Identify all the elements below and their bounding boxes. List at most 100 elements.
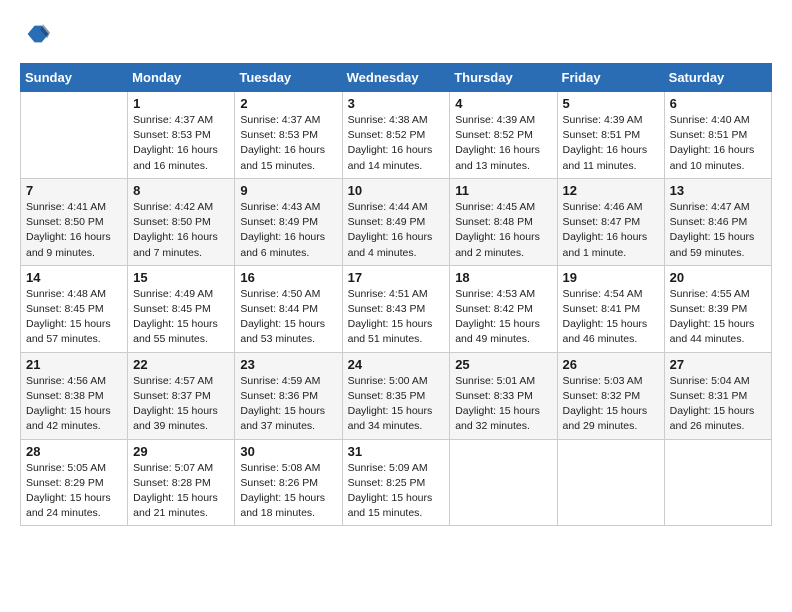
day-number: 21 [26, 357, 122, 372]
day-number: 10 [348, 183, 445, 198]
day-number: 27 [670, 357, 766, 372]
day-number: 13 [670, 183, 766, 198]
day-number: 30 [240, 444, 336, 459]
day-info: Sunrise: 4:54 AM Sunset: 8:41 PM Dayligh… [563, 287, 659, 348]
week-row-4: 21Sunrise: 4:56 AM Sunset: 8:38 PM Dayli… [21, 352, 772, 439]
day-cell: 15 Sunrise: 4:49 AM Sunset: 8:45 PM Dayli… [128, 265, 235, 352]
day-cell: 29 Sunrise: 5:07 AM Sunset: 8:28 PM Dayli… [128, 439, 235, 526]
day-info: Sunrise: 4:47 AM Sunset: 8:46 PM Dayligh… [670, 200, 766, 261]
day-cell: 3Sunrise: 4:38 AM Sunset: 8:52 PM Daylig… [342, 92, 450, 179]
day-info: Sunrise: 4:40 AM Sunset: 8:51 PM Dayligh… [670, 113, 766, 174]
day-cell: 5Sunrise: 4:39 AM Sunset: 8:51 PM Daylig… [557, 92, 664, 179]
day-number: 29 [133, 444, 229, 459]
day-info: Sunrise: 4:42 AM Sunset: 8:50 PM Dayligh… [133, 200, 229, 261]
col-header-tuesday: Tuesday [235, 64, 342, 92]
day-number: 25 [455, 357, 551, 372]
day-cell [664, 439, 771, 526]
day-info: Sunrise: 4:41 AM Sunset: 8:50 PM Dayligh… [26, 200, 122, 261]
day-info: Sunrise: 4:49 AM Sunset: 8:45 PM Dayligh… [133, 287, 229, 348]
col-header-wednesday: Wednesday [342, 64, 450, 92]
day-cell [21, 92, 128, 179]
logo-icon [22, 20, 50, 48]
day-cell: 8 Sunrise: 4:42 AM Sunset: 8:50 PM Daylig… [128, 178, 235, 265]
day-info: Sunrise: 5:07 AM Sunset: 8:28 PM Dayligh… [133, 461, 229, 522]
week-row-1: 1 Sunrise: 4:37 AM Sunset: 8:53 PM Daylig… [21, 92, 772, 179]
day-cell: 6 Sunrise: 4:40 AM Sunset: 8:51 PM Daylig… [664, 92, 771, 179]
day-number: 18 [455, 270, 551, 285]
day-cell: 31Sunrise: 5:09 AM Sunset: 8:25 PM Dayli… [342, 439, 450, 526]
day-info: Sunrise: 5:09 AM Sunset: 8:25 PM Dayligh… [348, 461, 445, 522]
day-cell: 2 Sunrise: 4:37 AM Sunset: 8:53 PM Daylig… [235, 92, 342, 179]
day-number: 3 [348, 96, 445, 111]
day-cell: 9 Sunrise: 4:43 AM Sunset: 8:49 PM Daylig… [235, 178, 342, 265]
day-number: 12 [563, 183, 659, 198]
day-cell: 10 Sunrise: 4:44 AM Sunset: 8:49 PM Dayli… [342, 178, 450, 265]
day-number: 7 [26, 183, 122, 198]
day-cell: 12 Sunrise: 4:46 AM Sunset: 8:47 PM Dayli… [557, 178, 664, 265]
day-number: 22 [133, 357, 229, 372]
week-row-2: 7 Sunrise: 4:41 AM Sunset: 8:50 PM Daylig… [21, 178, 772, 265]
day-number: 8 [133, 183, 229, 198]
day-info: Sunrise: 4:44 AM Sunset: 8:49 PM Dayligh… [348, 200, 445, 261]
week-row-5: 28 Sunrise: 5:05 AM Sunset: 8:29 PM Dayli… [21, 439, 772, 526]
day-cell: 7 Sunrise: 4:41 AM Sunset: 8:50 PM Daylig… [21, 178, 128, 265]
day-info: Sunrise: 4:51 AM Sunset: 8:43 PM Dayligh… [348, 287, 445, 348]
day-number: 16 [240, 270, 336, 285]
day-info: Sunrise: 4:55 AM Sunset: 8:39 PM Dayligh… [670, 287, 766, 348]
day-cell: 11 Sunrise: 4:45 AM Sunset: 8:48 PM Dayli… [450, 178, 557, 265]
day-info: Sunrise: 4:57 AM Sunset: 8:37 PM Dayligh… [133, 374, 229, 435]
day-number: 23 [240, 357, 336, 372]
calendar-table: SundayMondayTuesdayWednesdayThursdayFrid… [20, 63, 772, 526]
day-cell: 14Sunrise: 4:48 AM Sunset: 8:45 PM Dayli… [21, 265, 128, 352]
day-cell: 4 Sunrise: 4:39 AM Sunset: 8:52 PM Daylig… [450, 92, 557, 179]
day-cell: 28 Sunrise: 5:05 AM Sunset: 8:29 PM Dayli… [21, 439, 128, 526]
day-cell [557, 439, 664, 526]
col-header-sunday: Sunday [21, 64, 128, 92]
day-info: Sunrise: 4:43 AM Sunset: 8:49 PM Dayligh… [240, 200, 336, 261]
page-header [20, 20, 772, 53]
col-header-friday: Friday [557, 64, 664, 92]
day-cell: 23Sunrise: 4:59 AM Sunset: 8:36 PM Dayli… [235, 352, 342, 439]
day-number: 17 [348, 270, 445, 285]
day-info: Sunrise: 5:04 AM Sunset: 8:31 PM Dayligh… [670, 374, 766, 435]
day-cell: 21Sunrise: 4:56 AM Sunset: 8:38 PM Dayli… [21, 352, 128, 439]
day-number: 28 [26, 444, 122, 459]
header-row: SundayMondayTuesdayWednesdayThursdayFrid… [21, 64, 772, 92]
day-number: 26 [563, 357, 659, 372]
day-cell: 27 Sunrise: 5:04 AM Sunset: 8:31 PM Dayli… [664, 352, 771, 439]
day-info: Sunrise: 4:50 AM Sunset: 8:44 PM Dayligh… [240, 287, 336, 348]
day-info: Sunrise: 5:00 AM Sunset: 8:35 PM Dayligh… [348, 374, 445, 435]
day-cell: 20Sunrise: 4:55 AM Sunset: 8:39 PM Dayli… [664, 265, 771, 352]
day-cell: 25 Sunrise: 5:01 AM Sunset: 8:33 PM Dayli… [450, 352, 557, 439]
day-info: Sunrise: 5:01 AM Sunset: 8:33 PM Dayligh… [455, 374, 551, 435]
day-cell: 22 Sunrise: 4:57 AM Sunset: 8:37 PM Dayli… [128, 352, 235, 439]
day-number: 1 [133, 96, 229, 111]
day-cell [450, 439, 557, 526]
day-info: Sunrise: 4:39 AM Sunset: 8:52 PM Dayligh… [455, 113, 551, 174]
day-info: Sunrise: 4:37 AM Sunset: 8:53 PM Dayligh… [240, 113, 336, 174]
day-number: 4 [455, 96, 551, 111]
day-cell: 19 Sunrise: 4:54 AM Sunset: 8:41 PM Dayli… [557, 265, 664, 352]
day-info: Sunrise: 5:03 AM Sunset: 8:32 PM Dayligh… [563, 374, 659, 435]
logo [20, 20, 50, 53]
day-number: 6 [670, 96, 766, 111]
day-info: Sunrise: 4:48 AM Sunset: 8:45 PM Dayligh… [26, 287, 122, 348]
day-info: Sunrise: 5:08 AM Sunset: 8:26 PM Dayligh… [240, 461, 336, 522]
day-number: 11 [455, 183, 551, 198]
day-info: Sunrise: 4:45 AM Sunset: 8:48 PM Dayligh… [455, 200, 551, 261]
day-info: Sunrise: 4:37 AM Sunset: 8:53 PM Dayligh… [133, 113, 229, 174]
day-cell: 30 Sunrise: 5:08 AM Sunset: 8:26 PM Dayli… [235, 439, 342, 526]
col-header-monday: Monday [128, 64, 235, 92]
col-header-saturday: Saturday [664, 64, 771, 92]
day-number: 2 [240, 96, 336, 111]
day-info: Sunrise: 5:05 AM Sunset: 8:29 PM Dayligh… [26, 461, 122, 522]
day-info: Sunrise: 4:46 AM Sunset: 8:47 PM Dayligh… [563, 200, 659, 261]
day-number: 24 [348, 357, 445, 372]
col-header-thursday: Thursday [450, 64, 557, 92]
day-cell: 16 Sunrise: 4:50 AM Sunset: 8:44 PM Dayli… [235, 265, 342, 352]
day-info: Sunrise: 4:39 AM Sunset: 8:51 PM Dayligh… [563, 113, 659, 174]
day-number: 15 [133, 270, 229, 285]
day-number: 19 [563, 270, 659, 285]
day-cell: 17 Sunrise: 4:51 AM Sunset: 8:43 PM Dayli… [342, 265, 450, 352]
day-number: 9 [240, 183, 336, 198]
